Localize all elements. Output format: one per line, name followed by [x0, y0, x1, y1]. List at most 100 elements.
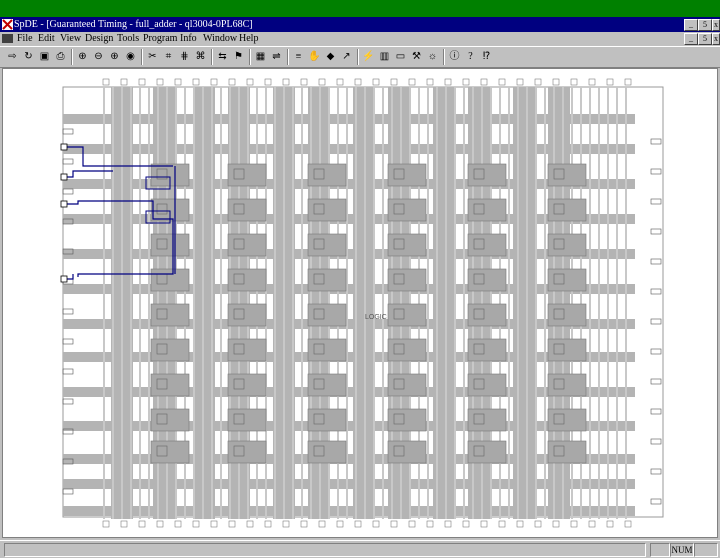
place-icon[interactable]: ⌗	[162, 50, 175, 63]
status-message	[4, 543, 646, 557]
doc-icon[interactable]: ▭	[394, 50, 407, 63]
tag-icon[interactable]: ◆	[324, 50, 337, 63]
info-icon[interactable]: ⓘ	[448, 50, 461, 63]
print-icon[interactable]: ⎙	[54, 50, 67, 63]
io-pad-left	[62, 308, 74, 315]
logic-cell	[150, 268, 190, 292]
logic-cell	[150, 233, 190, 257]
pin-icon[interactable]: ⇆	[216, 50, 229, 63]
edit-icon[interactable]: ⇌	[270, 50, 283, 63]
menu-help[interactable]: Help	[239, 32, 258, 45]
vertical-routing-wire	[193, 87, 195, 519]
mdi-document-icon[interactable]	[2, 34, 13, 43]
io-pin-marker	[60, 173, 68, 181]
io-pad-bottom	[228, 520, 236, 528]
io-pad-top	[552, 78, 560, 86]
io-pad-bottom	[300, 520, 308, 528]
save-icon[interactable]: ▣	[38, 50, 51, 63]
wand-icon[interactable]: ⚡	[362, 50, 375, 63]
vertical-routing-wire	[427, 87, 429, 519]
io-pad-top	[300, 78, 308, 86]
run-icon[interactable]: ↗	[340, 50, 353, 63]
layout-canvas[interactable]: LOGIC	[2, 68, 718, 538]
flag-icon[interactable]: ⚑	[232, 50, 245, 63]
hand-icon[interactable]: ✋	[308, 50, 321, 63]
io-pad-top	[192, 78, 200, 86]
context-help-icon[interactable]: ⁉	[480, 50, 493, 63]
vertical-routing-wire	[382, 87, 384, 519]
vertical-routing-wire	[355, 87, 357, 519]
io-pad-top	[120, 78, 128, 86]
zoom-in-icon[interactable]: ⊕	[108, 50, 121, 63]
io-pad-right	[650, 168, 662, 175]
io-pad-top	[228, 78, 236, 86]
menu-file[interactable]: File	[17, 32, 33, 45]
io-pad-right	[650, 408, 662, 415]
net-icon[interactable]: ⋕	[178, 50, 191, 63]
vertical-routing-wire	[598, 87, 600, 519]
vertical-routing-wire	[103, 87, 105, 519]
toolbar-separator	[71, 49, 73, 65]
maximize-button[interactable]: 5	[698, 19, 712, 31]
mdi-close-button[interactable]: x	[712, 33, 720, 45]
io-pin-marker	[60, 275, 68, 283]
zoom-out-icon[interactable]: ⊖	[92, 50, 105, 63]
menu-tools[interactable]: Tools	[117, 32, 139, 45]
io-pad-left	[62, 128, 74, 135]
chip-layout-view[interactable]: LOGIC	[3, 69, 717, 537]
route-icon[interactable]: ✂	[146, 50, 159, 63]
io-pad-top	[210, 78, 218, 86]
io-pad-bottom	[426, 520, 434, 528]
vertical-routing-wire	[274, 87, 276, 519]
io-pad-top	[354, 78, 362, 86]
menu-edit[interactable]: Edit	[38, 32, 55, 45]
help-icon[interactable]: ?	[464, 50, 477, 63]
open-icon[interactable]: ⇨	[6, 50, 19, 63]
logic-cell	[150, 408, 190, 432]
grid-icon[interactable]: ▦	[254, 50, 267, 63]
menu-program[interactable]: Program	[143, 32, 177, 45]
logic-cell	[150, 373, 190, 397]
mdi-minimize-button[interactable]: _	[684, 33, 698, 45]
mdi-restore-button[interactable]: 5	[698, 33, 712, 45]
chart-icon[interactable]: ▥	[378, 50, 391, 63]
io-pad-top	[426, 78, 434, 86]
layer-icon[interactable]: ≡	[292, 50, 305, 63]
logic-cell	[150, 338, 190, 362]
io-pin-marker	[60, 200, 68, 208]
io-pad-right	[650, 288, 662, 295]
vertical-routing-column	[513, 87, 535, 519]
vertical-routing-wire	[454, 87, 456, 519]
status-pane-blank	[650, 543, 670, 557]
vertical-routing-wire	[544, 87, 546, 519]
io-pad-top	[408, 78, 416, 86]
zoom-fit-icon[interactable]: ⊕	[76, 50, 89, 63]
toolbar-separator	[357, 49, 359, 65]
vertical-routing-wire	[625, 87, 627, 519]
vertical-routing-wire	[292, 87, 294, 519]
logic-cell	[150, 440, 190, 464]
bulb-icon[interactable]: ☼	[426, 50, 439, 63]
io-pad-left	[62, 188, 74, 195]
menu-info[interactable]: Info	[180, 32, 197, 45]
select-icon[interactable]: ⌘	[194, 50, 207, 63]
io-pad-top	[390, 78, 398, 86]
io-pad-left	[62, 368, 74, 375]
io-pad-top	[462, 78, 470, 86]
tools-icon[interactable]: ⚒	[410, 50, 423, 63]
vertical-routing-wire	[211, 87, 213, 519]
zoom-area-icon[interactable]: ◉	[124, 50, 137, 63]
vertical-routing-wire	[283, 87, 285, 519]
menu-design[interactable]: Design	[85, 32, 113, 45]
close-button[interactable]: x	[712, 19, 720, 31]
reopen-icon[interactable]: ↻	[22, 50, 35, 63]
io-pad-top	[624, 78, 632, 86]
menu-window[interactable]: Window	[203, 32, 237, 45]
io-pad-right	[650, 498, 662, 505]
io-pin-marker	[60, 143, 68, 151]
vertical-routing-wire	[463, 87, 465, 519]
menu-view[interactable]: View	[60, 32, 81, 45]
io-pad-bottom	[318, 520, 326, 528]
minimize-button[interactable]: _	[684, 19, 698, 31]
status-bar: NUM	[0, 540, 720, 558]
